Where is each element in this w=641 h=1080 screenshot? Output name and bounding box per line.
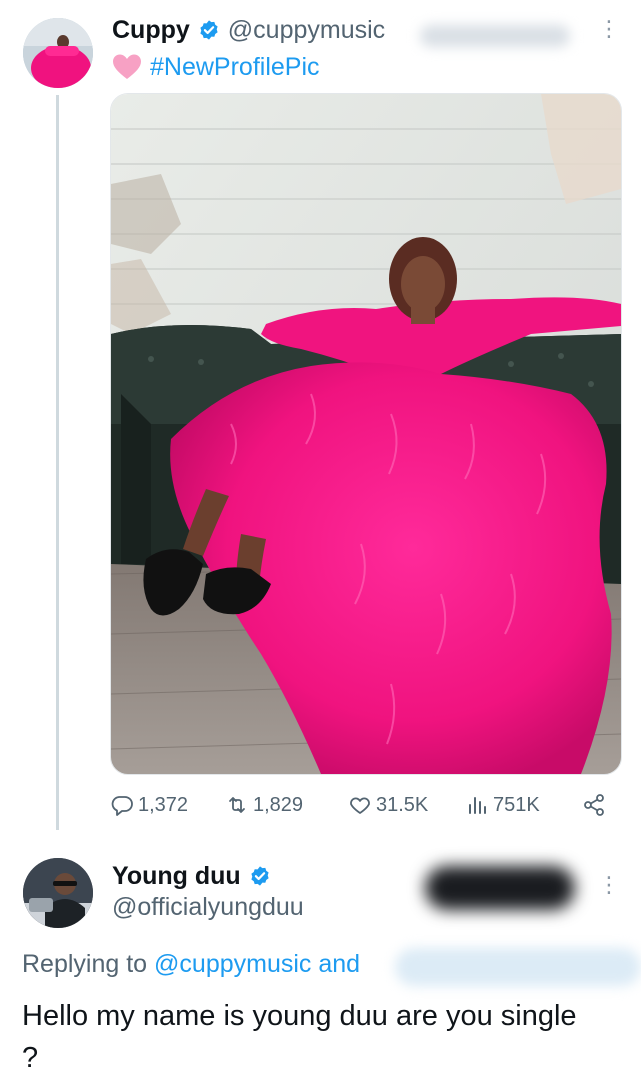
like-icon <box>350 797 370 814</box>
tweet-text: #NewProfilePic <box>112 50 320 84</box>
repost-count: 1,829 <box>253 793 304 816</box>
share-icon <box>584 794 604 816</box>
replying-prefix: Replying to <box>22 950 148 978</box>
author-name[interactable]: Cuppy <box>112 16 190 45</box>
tweet-photo[interactable] <box>110 93 622 775</box>
hashtag-link[interactable]: #NewProfilePic <box>150 53 320 82</box>
redacted-follow-button <box>425 866 575 910</box>
reply-author-row: Young duu <box>112 858 271 894</box>
thread-connector-line <box>56 95 59 830</box>
reply-author-name[interactable]: Young duu <box>112 862 241 891</box>
verified-badge-icon <box>198 19 220 41</box>
cuppy-avatar[interactable] <box>23 18 93 88</box>
author-handle[interactable]: @cuppymusic <box>228 16 385 45</box>
views-button[interactable]: 751K <box>465 790 540 820</box>
redacted-mentions <box>395 948 641 986</box>
tweet-actions: 1,372 1,829 31.5K 751K <box>110 790 610 820</box>
reply-count: 1,372 <box>138 793 189 816</box>
replying-mention-link[interactable]: @cuppymusic and <box>154 950 360 978</box>
verified-badge-icon <box>249 865 271 887</box>
more-icon[interactable]: ⋮ <box>598 18 620 40</box>
pink-heart-emoji <box>112 53 142 81</box>
reply-button[interactable]: 1,372 <box>110 790 188 820</box>
reply-text: Hello my name is young duu are you singl… <box>22 1000 577 1074</box>
like-button[interactable]: 31.5K <box>348 790 428 820</box>
views-icon <box>469 797 486 814</box>
tweet-author-row: Cuppy @cuppymusic <box>112 12 385 48</box>
like-count: 31.5K <box>376 793 429 816</box>
young-duu-avatar[interactable] <box>23 858 93 928</box>
repost-button[interactable]: 1,829 <box>225 790 303 820</box>
repost-icon <box>229 797 245 813</box>
share-button[interactable] <box>582 790 606 820</box>
views-count: 751K <box>493 793 540 816</box>
more-icon[interactable]: ⋮ <box>598 874 620 896</box>
replying-to-line: Replying to @cuppymusic and <box>22 950 360 979</box>
redacted-timestamp <box>420 25 570 47</box>
reply-icon <box>111 796 133 816</box>
reply-author-handle[interactable]: @officialyungduu <box>112 893 304 922</box>
